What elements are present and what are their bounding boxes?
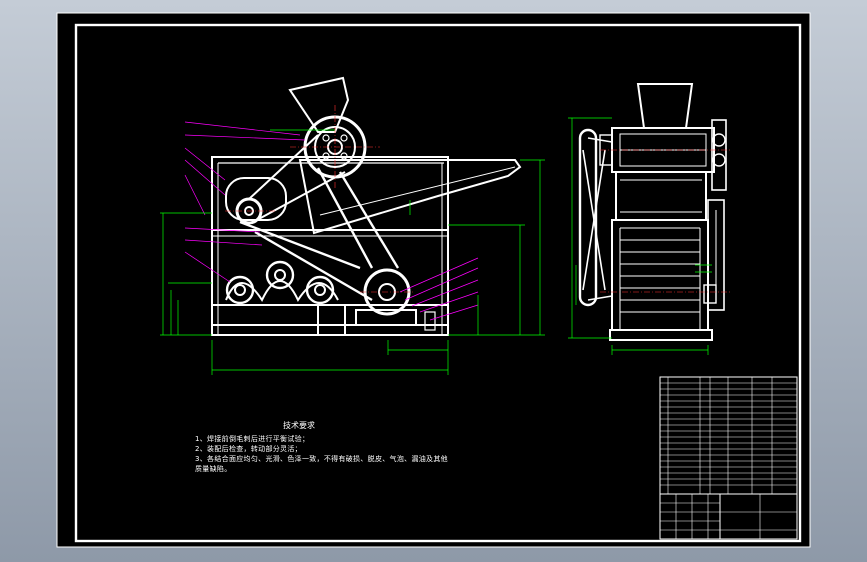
front-view bbox=[211, 76, 522, 336]
side-dimensions bbox=[568, 117, 712, 355]
title-block-grid bbox=[659, 376, 798, 540]
hopper bbox=[288, 76, 350, 133]
tech-notes-title: 技术要求 bbox=[283, 421, 315, 430]
drawing-canvas bbox=[56, 12, 811, 548]
tech-note-1: 1、焊接前倒毛刺后进行平衡试验； bbox=[195, 435, 310, 443]
tech-note-2: 2、装配后检查，转动部分灵活； bbox=[195, 445, 302, 453]
tech-note-4: 质量缺陷。 bbox=[195, 465, 232, 473]
roller-right bbox=[305, 275, 335, 305]
base-frame bbox=[211, 156, 449, 336]
tech-note-3: 3、各结合面应均匀、光滑、色泽一致，不得有破损、脱皮、气泡、漏油及其他 bbox=[195, 455, 448, 463]
side-hopper bbox=[636, 83, 694, 129]
roller-middle bbox=[265, 260, 295, 290]
side-view bbox=[578, 83, 727, 341]
cad-viewport[interactable]: 技术要求 1、焊接前倒毛刺后进行平衡试验； 2、装配后检查，转动部分灵活； 3、… bbox=[0, 0, 867, 562]
motor-housing bbox=[225, 177, 287, 221]
